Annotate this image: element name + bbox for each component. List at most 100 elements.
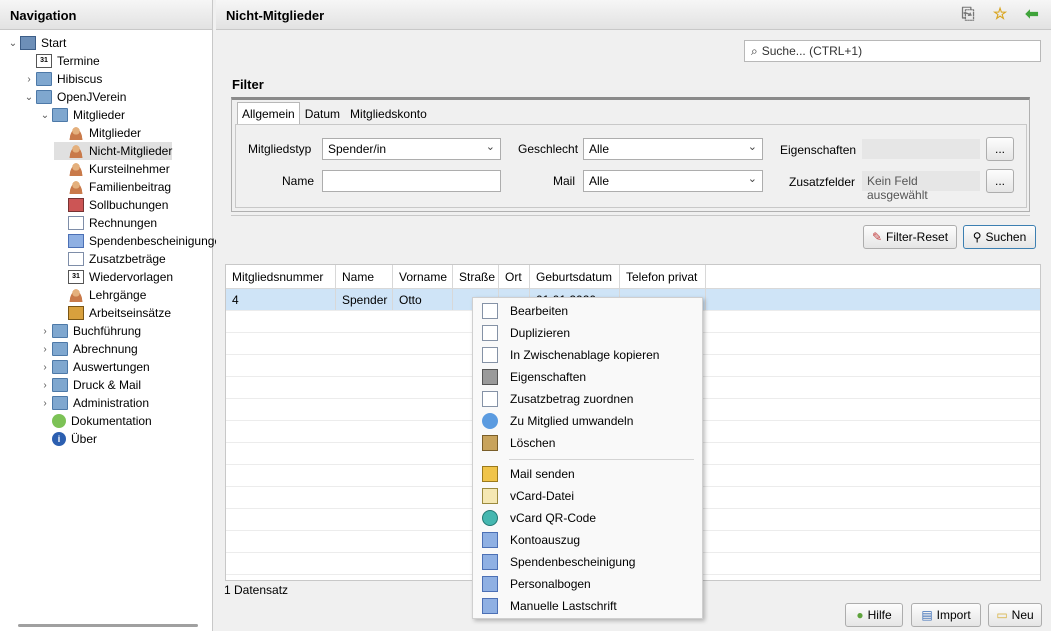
tree-item-dokumentation[interactable]: Dokumentation [38, 412, 152, 430]
tree-item-wiedervorlagen[interactable]: 31 Wiedervorlagen [54, 268, 173, 286]
navigation-pane: Navigation ⌄ Start 31 Termine › Hibiscus ⌄ O… [0, 0, 228, 631]
tree-item-abrechnung[interactable]: › Abrechnung [38, 340, 138, 358]
chevron-right-icon[interactable]: › [38, 344, 52, 355]
tree-item-buchfuehrung[interactable]: › Buchführung [38, 322, 141, 340]
search-button[interactable]: ⚲ Suchen [963, 225, 1036, 249]
menu-item-zusatzbetrag[interactable]: Zusatzbetrag zuordnen [473, 388, 702, 410]
menu-item-zwischenablage[interactable]: In Zwischenablage kopieren [473, 344, 702, 366]
tree-item-arbeitseinsaetze[interactable]: Arbeitseinsätze [54, 304, 171, 322]
mail-select[interactable]: Alle ⌄ [583, 170, 763, 192]
import-icon: ▤ [921, 608, 933, 622]
header-toolbar: ⎘ ☆ ⬅ [959, 6, 1041, 24]
account-statement-icon [482, 532, 498, 548]
chevron-right-icon[interactable]: › [38, 380, 52, 391]
table-cell: Spender [336, 289, 393, 310]
menu-item-vcard-datei[interactable]: vCard-Datei [473, 485, 702, 507]
menu-item-mail-senden[interactable]: Mail senden [473, 463, 702, 485]
folder-icon [52, 360, 68, 374]
column-header[interactable]: Straße [453, 265, 499, 288]
tree-item-sollbuchungen[interactable]: Sollbuchungen [54, 196, 168, 214]
chevron-right-icon[interactable]: › [22, 74, 36, 85]
menu-item-vcard-qr[interactable]: vCard QR-Code [473, 507, 702, 529]
menu-item-bearbeiten[interactable]: Bearbeiten [473, 300, 702, 322]
menu-item-kontoauszug[interactable]: Kontoauszug [473, 529, 702, 551]
tree-item-mitglieder-folder[interactable]: ⌄ Mitglieder [38, 106, 125, 124]
zusatzfelder-label: Zusatzfelder [789, 175, 856, 189]
column-header[interactable]: Name [336, 265, 393, 288]
menu-item-eigenschaften[interactable]: Eigenschaften [473, 366, 702, 388]
filter-reset-button[interactable]: ✎ Filter-Reset [863, 225, 957, 249]
column-header[interactable]: Mitgliedsnummer [226, 265, 336, 288]
duplicate-icon [482, 325, 498, 341]
menu-item-spendenbescheinigung[interactable]: Spendenbescheinigung [473, 551, 702, 573]
attachment-icon[interactable]: ⎘ [959, 6, 977, 24]
menu-item-umwandeln[interactable]: Zu Mitglied umwandeln [473, 410, 702, 432]
chevron-right-icon[interactable]: › [38, 326, 52, 337]
chevron-down-icon[interactable]: ⌄ [22, 92, 36, 103]
tree-item-familienbeitrag[interactable]: Familienbeitrag [54, 178, 171, 196]
tree-item-start[interactable]: ⌄ Start [6, 34, 66, 52]
zusatzfelder-select-button[interactable]: ... [986, 169, 1014, 193]
tree-item-kursteilnehmer[interactable]: Kursteilnehmer [54, 160, 170, 178]
import-button[interactable]: ▤ Import [911, 603, 981, 627]
menu-item-loeschen[interactable]: Löschen [473, 432, 702, 454]
chevron-right-icon[interactable]: › [38, 362, 52, 373]
tree-item-rechnungen[interactable]: Rechnungen [54, 214, 157, 232]
mail-icon [482, 466, 498, 482]
tree-item-administration[interactable]: › Administration [38, 394, 149, 412]
delete-icon [482, 435, 498, 451]
chevron-down-icon: ⌄ [747, 141, 757, 153]
menu-item-personalbogen[interactable]: Personalbogen [473, 573, 702, 595]
properties-icon [482, 369, 498, 385]
column-header[interactable]: Geburtsdatum [530, 265, 620, 288]
context-menu: Bearbeiten Duplizieren In Zwischenablage… [472, 297, 703, 619]
tab-mitgliedskonto[interactable]: Mitgliedskonto [345, 102, 432, 126]
tree-item-openjverein[interactable]: ⌄ OpenJVerein [22, 88, 126, 106]
name-field[interactable] [322, 170, 501, 192]
menu-item-duplizieren[interactable]: Duplizieren [473, 322, 702, 344]
tree-item-mitglieder[interactable]: Mitglieder [54, 124, 141, 142]
folder-icon [52, 342, 68, 356]
document-icon [68, 234, 84, 248]
column-header[interactable]: Vorname [393, 265, 453, 288]
column-header[interactable]: Ort [499, 265, 530, 288]
record-count: 1 Datensatz [224, 583, 289, 597]
menu-item-lastschrift[interactable]: Manuelle Lastschrift [473, 595, 702, 617]
tree-item-spendenbescheinigungen[interactable]: Spendenbescheinigungen [54, 232, 228, 250]
folder-icon [52, 396, 68, 410]
calendar-icon: 31 [68, 270, 84, 284]
tree-item-auswertungen[interactable]: › Auswertungen [38, 358, 150, 376]
help-button[interactable]: ● Hilfe [845, 603, 903, 627]
chevron-down-icon[interactable]: ⌄ [6, 38, 20, 49]
chevron-right-icon[interactable]: › [38, 398, 52, 409]
tree-item-nicht-mitglieder[interactable]: Nicht-Mitglieder [54, 142, 173, 160]
eigenschaften-select-button[interactable]: ... [986, 137, 1014, 161]
tree-item-druck-mail[interactable]: › Druck & Mail [38, 376, 141, 394]
chevron-down-icon[interactable]: ⌄ [38, 110, 52, 121]
tree-item-termine[interactable]: 31 Termine [22, 52, 100, 70]
members-icon [68, 126, 84, 140]
folder-icon [52, 324, 68, 338]
tree-item-lehrgaenge[interactable]: Lehrgänge [54, 286, 146, 304]
tree-item-ueber[interactable]: i Über [38, 430, 97, 448]
tab-datum[interactable]: Datum [300, 102, 345, 126]
document-icon [68, 252, 84, 266]
mitgliedstyp-select[interactable]: Spender/in ⌄ [322, 138, 501, 160]
column-header[interactable]: Telefon privat [620, 265, 706, 288]
members-icon [68, 162, 84, 176]
eraser-icon: ✎ [871, 230, 883, 244]
members-icon [68, 144, 84, 158]
table-header: Mitgliedsnummer Name Vorname Straße Ort … [226, 265, 1040, 289]
filter-separator [231, 215, 1030, 216]
tab-allgemein[interactable]: Allgemein [237, 102, 300, 126]
new-button[interactable]: ▭ Neu [988, 603, 1042, 627]
filter-group: Allgemein Datum Mitgliedskonto Mitglieds… [231, 97, 1030, 212]
search-icon: ⌕ [751, 43, 758, 58]
back-arrow-icon[interactable]: ⬅ [1023, 6, 1041, 24]
star-icon[interactable]: ☆ [991, 6, 1009, 24]
tree-item-hibiscus[interactable]: › Hibiscus [22, 70, 102, 88]
search-input[interactable]: ⌕ Suche... (CTRL+1) [744, 40, 1041, 62]
geschlecht-select[interactable]: Alle ⌄ [583, 138, 763, 160]
horizontal-scrollbar[interactable] [18, 624, 198, 627]
tree-item-zusatzbetraege[interactable]: Zusatzbeträge [54, 250, 166, 268]
